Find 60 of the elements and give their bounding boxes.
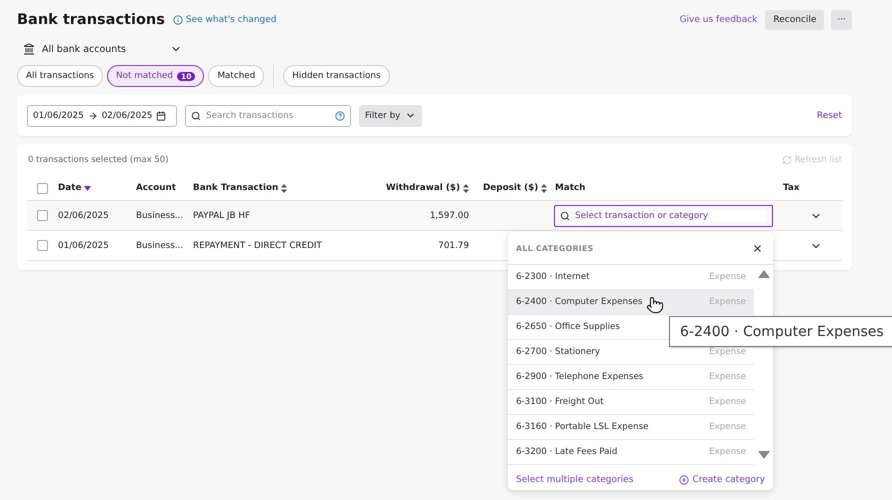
selection-note: 0 transactions selected (max 50) bbox=[28, 155, 169, 165]
calendar-icon[interactable] bbox=[156, 110, 166, 120]
tooltip: 6-2400 · Computer Expenses bbox=[669, 316, 892, 347]
date-range-field[interactable]: 01/06/2025 02/06/2025 bbox=[27, 104, 177, 126]
table-cell-text: 01/06/2025 bbox=[58, 240, 110, 250]
sort-descending-icon[interactable] bbox=[84, 186, 92, 190]
column-header[interactable]: Tax bbox=[783, 183, 810, 193]
column-header[interactable]: Bank Transaction bbox=[193, 183, 353, 193]
page-title: Bank transactions bbox=[17, 12, 165, 28]
category-item[interactable]: 6-2900 · Telephone Expenses Expense bbox=[508, 365, 754, 390]
select-multiple-link[interactable]: Select multiple categories bbox=[516, 475, 634, 485]
filter-tab[interactable]: Matched bbox=[208, 65, 264, 87]
match-input[interactable]: Select transaction or category bbox=[575, 210, 767, 220]
table-cell-text: 701.79 bbox=[437, 240, 469, 250]
filter-tab[interactable]: All transactions bbox=[17, 65, 103, 87]
reset-link[interactable]: Reset bbox=[816, 110, 842, 120]
whats-changed-link[interactable]: See what's changed bbox=[172, 15, 276, 25]
category-item[interactable]: 6-2400 · Computer Expenses Expense bbox=[508, 290, 754, 315]
column-header[interactable]: Account bbox=[136, 183, 193, 193]
search-icon bbox=[191, 110, 201, 120]
account-selector[interactable]: All bank accounts bbox=[42, 43, 182, 55]
category-item[interactable]: 6-2700 · Stationery Expense bbox=[508, 340, 754, 365]
category-item[interactable]: 6-3100 · Freight Out Expense bbox=[508, 390, 754, 415]
hand-cursor-icon bbox=[646, 296, 664, 314]
info-icon bbox=[172, 15, 183, 25]
scroll-down-icon[interactable] bbox=[758, 451, 770, 459]
table-cell-text: Business... bbox=[136, 210, 184, 220]
arrow-right-icon bbox=[88, 110, 98, 120]
select-all-checkbox[interactable] bbox=[37, 182, 48, 194]
close-icon[interactable] bbox=[752, 242, 763, 254]
table-cell-text: REPAYMENT - DIRECT CREDIT bbox=[193, 240, 323, 250]
column-header[interactable]: Deposit ($) bbox=[483, 183, 555, 193]
category-item[interactable]: 6-3160 · Portable LSL Expense Expense bbox=[508, 415, 754, 440]
feedback-link[interactable]: Give us feedback bbox=[680, 15, 758, 25]
sort-icon[interactable] bbox=[541, 184, 548, 192]
match-field[interactable]: Select transaction or category bbox=[554, 204, 773, 226]
more-button[interactable]: ··· bbox=[831, 10, 852, 30]
search-icon bbox=[560, 210, 570, 220]
plus-circle-icon bbox=[679, 475, 690, 485]
category-item[interactable]: 6-3200 · Late Fees Paid Expense bbox=[508, 440, 754, 465]
filter-by-button[interactable]: Filter by bbox=[359, 104, 422, 126]
search-field[interactable]: Search transactions bbox=[185, 104, 351, 126]
row-checkbox[interactable] bbox=[37, 210, 48, 221]
refresh-icon bbox=[782, 155, 792, 165]
reconcile-button[interactable]: Reconcile bbox=[765, 10, 824, 30]
sort-icon[interactable] bbox=[463, 184, 469, 192]
create-category-link[interactable]: Create category bbox=[679, 475, 765, 485]
bank-icon bbox=[23, 43, 35, 55]
filter-tab[interactable]: Hidden transactions bbox=[283, 65, 390, 87]
sort-icon[interactable] bbox=[281, 184, 288, 192]
column-header[interactable]: Match bbox=[555, 183, 783, 193]
category-item[interactable]: 6-2300 · Internet Expense bbox=[508, 265, 754, 290]
column-header[interactable]: Date bbox=[58, 183, 136, 193]
table-cell-text: 02/06/2025 bbox=[58, 210, 110, 220]
table-cell-text: Business... bbox=[136, 240, 184, 250]
help-icon[interactable] bbox=[335, 110, 345, 120]
table-cell-text: PAYPAL JB HF bbox=[193, 210, 252, 220]
column-header[interactable]: Withdrawal ($) bbox=[353, 183, 469, 193]
table-cell-text: 1,597.00 bbox=[428, 210, 469, 220]
row-checkbox[interactable] bbox=[37, 240, 48, 251]
